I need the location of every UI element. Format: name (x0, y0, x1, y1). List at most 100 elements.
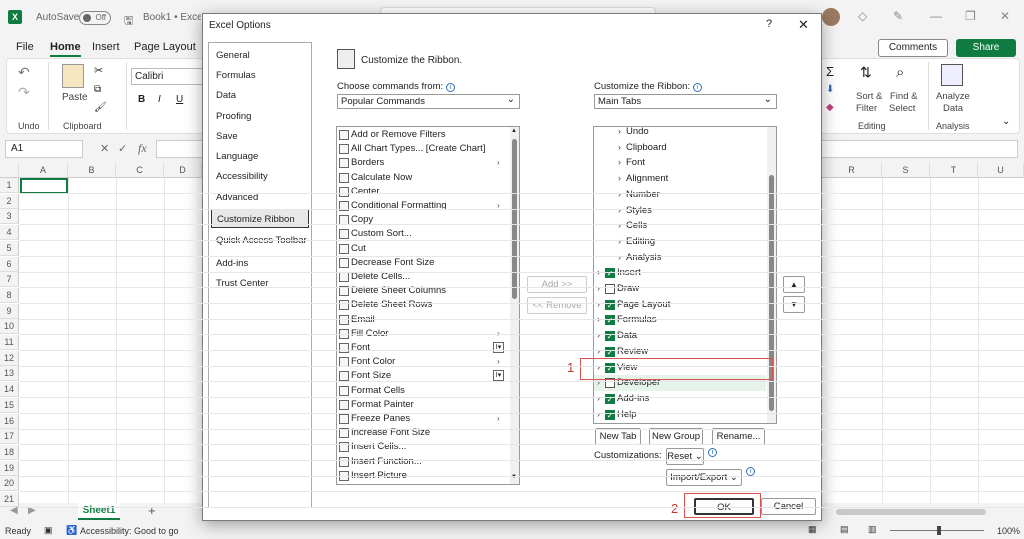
category-formulas[interactable]: Formulas (216, 70, 256, 81)
command-item[interactable]: Conditional Formatting › (337, 199, 500, 213)
save-icon[interactable]: 🖫 (124, 12, 133, 31)
row-header[interactable]: 1 (0, 178, 19, 193)
command-item[interactable]: Decrease Font Size (337, 256, 497, 270)
page-break-view-icon[interactable]: ▥ (868, 524, 877, 535)
tab-tree-item[interactable]: › Clipboard (594, 140, 766, 156)
scroll-up-icon[interactable]: ▲ (511, 128, 517, 134)
command-item[interactable]: Add or Remove Filters (337, 128, 497, 142)
tab-checkbox[interactable] (605, 284, 615, 294)
help-button[interactable]: ? (766, 18, 772, 30)
menu-page-layout[interactable]: Page Layout (134, 41, 196, 53)
undo-icon[interactable]: ↶ (18, 64, 30, 81)
command-item[interactable]: Cut (337, 242, 497, 256)
category-language[interactable]: Language (216, 151, 258, 162)
autosave-toggle[interactable]: Off (79, 11, 111, 25)
command-item[interactable]: Freeze Panes › (337, 412, 500, 426)
command-item[interactable]: Calculate Now (337, 171, 497, 185)
maximize-icon[interactable]: ❐ (965, 9, 976, 23)
row-header[interactable]: 15 (0, 397, 19, 413)
tab-tree-item[interactable]: › Cells (594, 218, 766, 234)
column-header[interactable]: S (882, 163, 930, 178)
name-box[interactable]: A1 (5, 140, 83, 158)
category-save[interactable]: Save (216, 131, 238, 142)
tab-tree-item[interactable]: › ✓Help (594, 407, 766, 423)
row-header[interactable]: 19 (0, 460, 19, 476)
row-header[interactable]: 7 (0, 272, 19, 288)
expand-chevron-icon[interactable]: › (618, 250, 621, 265)
format-painter-icon[interactable]: 🖌 (94, 102, 107, 113)
row-header[interactable]: 16 (0, 413, 19, 429)
row-header[interactable]: 14 (0, 382, 19, 398)
sheet-nav-left-icon[interactable]: ◀ (10, 505, 18, 516)
row-header[interactable]: 20 (0, 476, 19, 492)
reset-button[interactable]: Reset ⌄ (666, 448, 704, 465)
command-item[interactable]: Font Color › (337, 355, 500, 369)
close-window-icon[interactable]: ✕ (1000, 9, 1010, 23)
expand-chevron-icon[interactable]: › (597, 344, 600, 359)
find-label[interactable]: Find & (890, 91, 917, 102)
select-label[interactable]: Select (889, 103, 915, 114)
row-header[interactable]: 10 (0, 319, 19, 335)
rename-button[interactable]: Rename... (712, 428, 765, 445)
enter-formula-icon[interactable]: ✓ (118, 142, 127, 155)
column-header[interactable]: U (978, 163, 1024, 178)
menu-home[interactable]: Home (50, 41, 81, 57)
tab-checkbox[interactable]: ✓ (605, 315, 615, 326)
tab-tree-item[interactable]: › Draw (594, 281, 766, 297)
italic-button[interactable]: I (158, 94, 161, 105)
move-up-button[interactable]: ▲ (783, 276, 805, 293)
customize-ribbon-dropdown[interactable]: Main Tabs (594, 93, 777, 109)
command-item[interactable]: Center (337, 185, 497, 199)
tab-checkbox[interactable]: ✓ (605, 268, 615, 279)
command-item[interactable]: Format Cells (337, 384, 497, 398)
add-button[interactable]: Add >> (527, 276, 587, 293)
column-header[interactable]: C (116, 163, 164, 178)
tab-tree-item[interactable]: › ✓Formulas (594, 312, 766, 328)
menu-file[interactable]: File (16, 41, 34, 53)
expand-chevron-icon[interactable]: › (618, 187, 621, 202)
expand-chevron-icon[interactable]: › (597, 312, 600, 327)
expand-chevron-icon[interactable]: › (618, 171, 621, 186)
tab-checkbox[interactable]: ✓ (605, 346, 615, 357)
row-header[interactable]: 9 (0, 303, 19, 319)
command-item[interactable]: Borders › (337, 156, 500, 170)
share-button[interactable]: Share (956, 39, 1016, 57)
tab-tree-item[interactable]: ›✓WPS PDF (594, 422, 766, 423)
tab-tree-item[interactable]: › Font (594, 155, 766, 171)
expand-chevron-icon[interactable]: › (597, 281, 600, 296)
sheet-tab[interactable]: Sheet1 (78, 503, 120, 520)
horizontal-scrollbar[interactable] (836, 509, 986, 515)
command-item[interactable]: Insert Function... (337, 455, 497, 469)
find-select-icon[interactable]: ⌕ (896, 64, 904, 81)
row-header[interactable]: 17 (0, 429, 19, 445)
bold-button[interactable]: B (138, 94, 145, 105)
column-header[interactable]: A (19, 163, 68, 178)
expand-chevron-icon[interactable]: › (597, 391, 600, 406)
accessibility-status[interactable]: Accessibility: Good to go (80, 526, 179, 536)
command-item[interactable]: Email (337, 313, 497, 327)
category-general[interactable]: General (216, 50, 250, 61)
zoom-thumb[interactable] (937, 526, 941, 535)
expand-chevron-icon[interactable]: › (618, 140, 621, 155)
commands-scrollbar[interactable]: ▲ ▼ (510, 127, 519, 484)
remove-button[interactable]: << Remove (527, 297, 587, 314)
category-add-ins[interactable]: Add-ins (216, 258, 248, 269)
row-header[interactable]: 13 (0, 366, 19, 382)
column-header[interactable]: T (930, 163, 978, 178)
row-header[interactable]: 4 (0, 225, 19, 241)
tab-checkbox[interactable]: ✓ (605, 393, 615, 404)
tab-tree-item[interactable]: › ✓Insert (594, 265, 766, 281)
import-export-button[interactable]: Import/Export ⌄ (666, 469, 742, 486)
row-header[interactable]: 12 (0, 350, 19, 366)
category-accessibility[interactable]: Accessibility (216, 171, 268, 182)
copy-icon[interactable]: ⧉ (94, 84, 101, 95)
underline-button[interactable]: U (176, 94, 183, 105)
zoom-level[interactable]: 100% (997, 526, 1020, 536)
filter-label[interactable]: Filter (856, 103, 877, 114)
autosum-icon[interactable]: Σ (826, 64, 834, 79)
insert-function-icon[interactable]: fx (138, 141, 147, 156)
command-item[interactable]: Insert Cells... (337, 440, 497, 454)
row-header[interactable]: 3 (0, 209, 19, 225)
expand-chevron-icon[interactable]: › (597, 407, 600, 422)
commands-scroll-thumb[interactable] (512, 139, 517, 299)
